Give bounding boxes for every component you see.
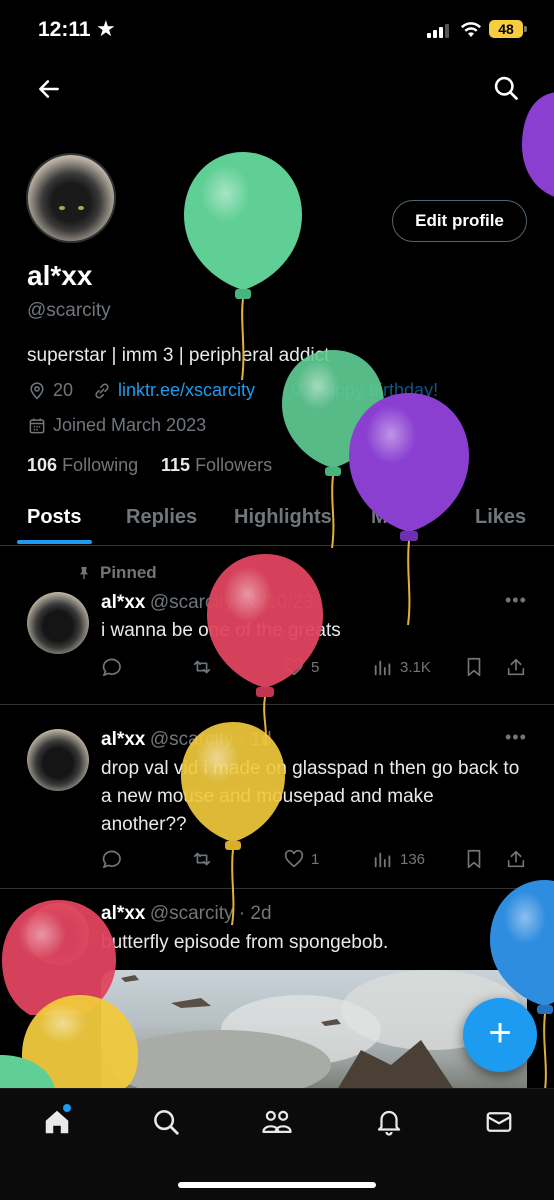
views-action[interactable]: 3.1K: [372, 656, 431, 678]
post-meta: @scarcity · 8/10/23: [149, 592, 314, 613]
battery-indicator: 48: [489, 20, 527, 38]
profile-bio: superstar | imm 3 | peripheral addict: [27, 345, 330, 366]
reply-icon[interactable]: [101, 848, 123, 870]
like-count: 1: [311, 850, 320, 868]
repost-icon[interactable]: [190, 656, 214, 678]
link-meta[interactable]: linktr.ee/xscarcity: [92, 380, 255, 401]
joined-text: Joined March 2023: [53, 415, 207, 435]
pin-icon: [80, 567, 88, 579]
tab-highlights[interactable]: Highlights: [234, 506, 332, 529]
post-actions: 1 136: [101, 846, 527, 872]
balloon-icon: [207, 554, 323, 746]
view-count: 3.1K: [400, 658, 431, 676]
communities-icon: [262, 1110, 292, 1133]
like-count: 5: [311, 658, 320, 676]
home-indicator: [178, 1182, 376, 1188]
more-options-icon[interactable]: •••: [505, 590, 527, 611]
location-text: 20: [53, 380, 74, 400]
post-header: al*xx @scarcity · 8/10/23: [101, 592, 314, 614]
views-action[interactable]: 136: [372, 848, 425, 870]
post-divider: [0, 888, 554, 889]
link-icon: [95, 383, 109, 398]
compose-icon: +: [488, 1011, 512, 1055]
profile-name: al*xx: [27, 260, 93, 291]
tab-likes[interactable]: Likes: [475, 506, 526, 529]
tabs-divider: [0, 545, 554, 546]
birthday-meta: Happy birthday!: [288, 380, 438, 401]
view-count: 136: [400, 850, 426, 868]
nav-communities[interactable]: [261, 1107, 293, 1137]
nav-explore[interactable]: [151, 1107, 181, 1137]
post-avatar[interactable]: [27, 729, 89, 791]
pinned-label: Pinned: [76, 563, 157, 583]
post-text: i wanna be one of the greats: [101, 620, 341, 641]
following-count[interactable]: 106 Following: [27, 455, 138, 476]
views-icon[interactable]: [372, 848, 394, 870]
post-divider: [0, 704, 554, 705]
active-tab-indicator: [17, 540, 92, 544]
post-meta: @scarcity · 2d: [149, 903, 272, 924]
cellular-signal-icon: [427, 24, 449, 38]
messages-icon: [486, 1112, 512, 1132]
tab-posts[interactable]: Posts: [27, 506, 81, 529]
share-icon[interactable]: [505, 656, 527, 678]
bookmark-icon[interactable]: [463, 848, 485, 870]
post-author-name[interactable]: al*xx: [101, 903, 145, 924]
post-meta: @scarcity · 1d: [149, 729, 272, 750]
nav-home[interactable]: [42, 1104, 72, 1137]
birthday-text: Happy birthday!: [312, 380, 439, 400]
status-time: 12:11: [38, 18, 91, 41]
post-author-name[interactable]: al*xx: [101, 729, 145, 750]
like-icon[interactable]: [283, 656, 305, 678]
avatar[interactable]: [26, 153, 116, 243]
calendar-icon: [29, 418, 45, 433]
nav-messages[interactable]: [484, 1107, 514, 1137]
post-author-name[interactable]: al*xx: [101, 592, 145, 613]
share-icon[interactable]: [505, 848, 527, 870]
edit-profile-button[interactable]: Edit profile: [392, 200, 527, 242]
post-header: al*xx @scarcity · 2d: [101, 903, 272, 925]
tab-replies[interactable]: Replies: [126, 506, 197, 529]
followers-count[interactable]: 115 Followers: [161, 455, 272, 476]
like-icon[interactable]: [283, 848, 305, 870]
post-avatar[interactable]: [27, 903, 89, 965]
balloon-icon: [291, 382, 303, 398]
compose-button[interactable]: +: [463, 998, 537, 1072]
post-actions: 5 3.1K: [101, 654, 527, 680]
like-action[interactable]: 5: [283, 656, 319, 678]
balloon-icon: [522, 92, 554, 197]
post-avatar[interactable]: [27, 592, 89, 654]
back-arrow-icon[interactable]: [36, 76, 62, 102]
search-icon[interactable]: [492, 74, 520, 102]
post-text: butterfly episode from spongebob.: [101, 932, 389, 953]
explore-icon: [154, 1110, 179, 1135]
location-icon: [30, 381, 44, 400]
post-header: al*xx @scarcity · 1d: [101, 729, 272, 751]
reply-icon[interactable]: [101, 656, 123, 678]
bookmark-icon[interactable]: [463, 656, 485, 678]
nav-notifications[interactable]: [374, 1107, 404, 1137]
location-meta: 20: [27, 380, 73, 401]
balloon-icon: [0, 1055, 55, 1090]
profile-link[interactable]: linktr.ee/xscarcity: [118, 380, 255, 401]
profile-handle: @scarcity: [27, 300, 111, 321]
home-notification-dot: [63, 1104, 71, 1112]
like-action[interactable]: 1: [283, 848, 319, 870]
joined-meta: Joined March 2023: [27, 415, 206, 436]
notifications-icon: [377, 1110, 401, 1136]
views-icon[interactable]: [372, 656, 394, 678]
post-text: drop val vid i made on glasspad n then g…: [101, 758, 520, 835]
tab-media[interactable]: Media: [371, 506, 428, 529]
more-options-icon[interactable]: •••: [505, 727, 527, 748]
repost-icon[interactable]: [190, 848, 214, 870]
wifi-icon: [461, 22, 481, 37]
star-icon: ★: [96, 16, 116, 41]
